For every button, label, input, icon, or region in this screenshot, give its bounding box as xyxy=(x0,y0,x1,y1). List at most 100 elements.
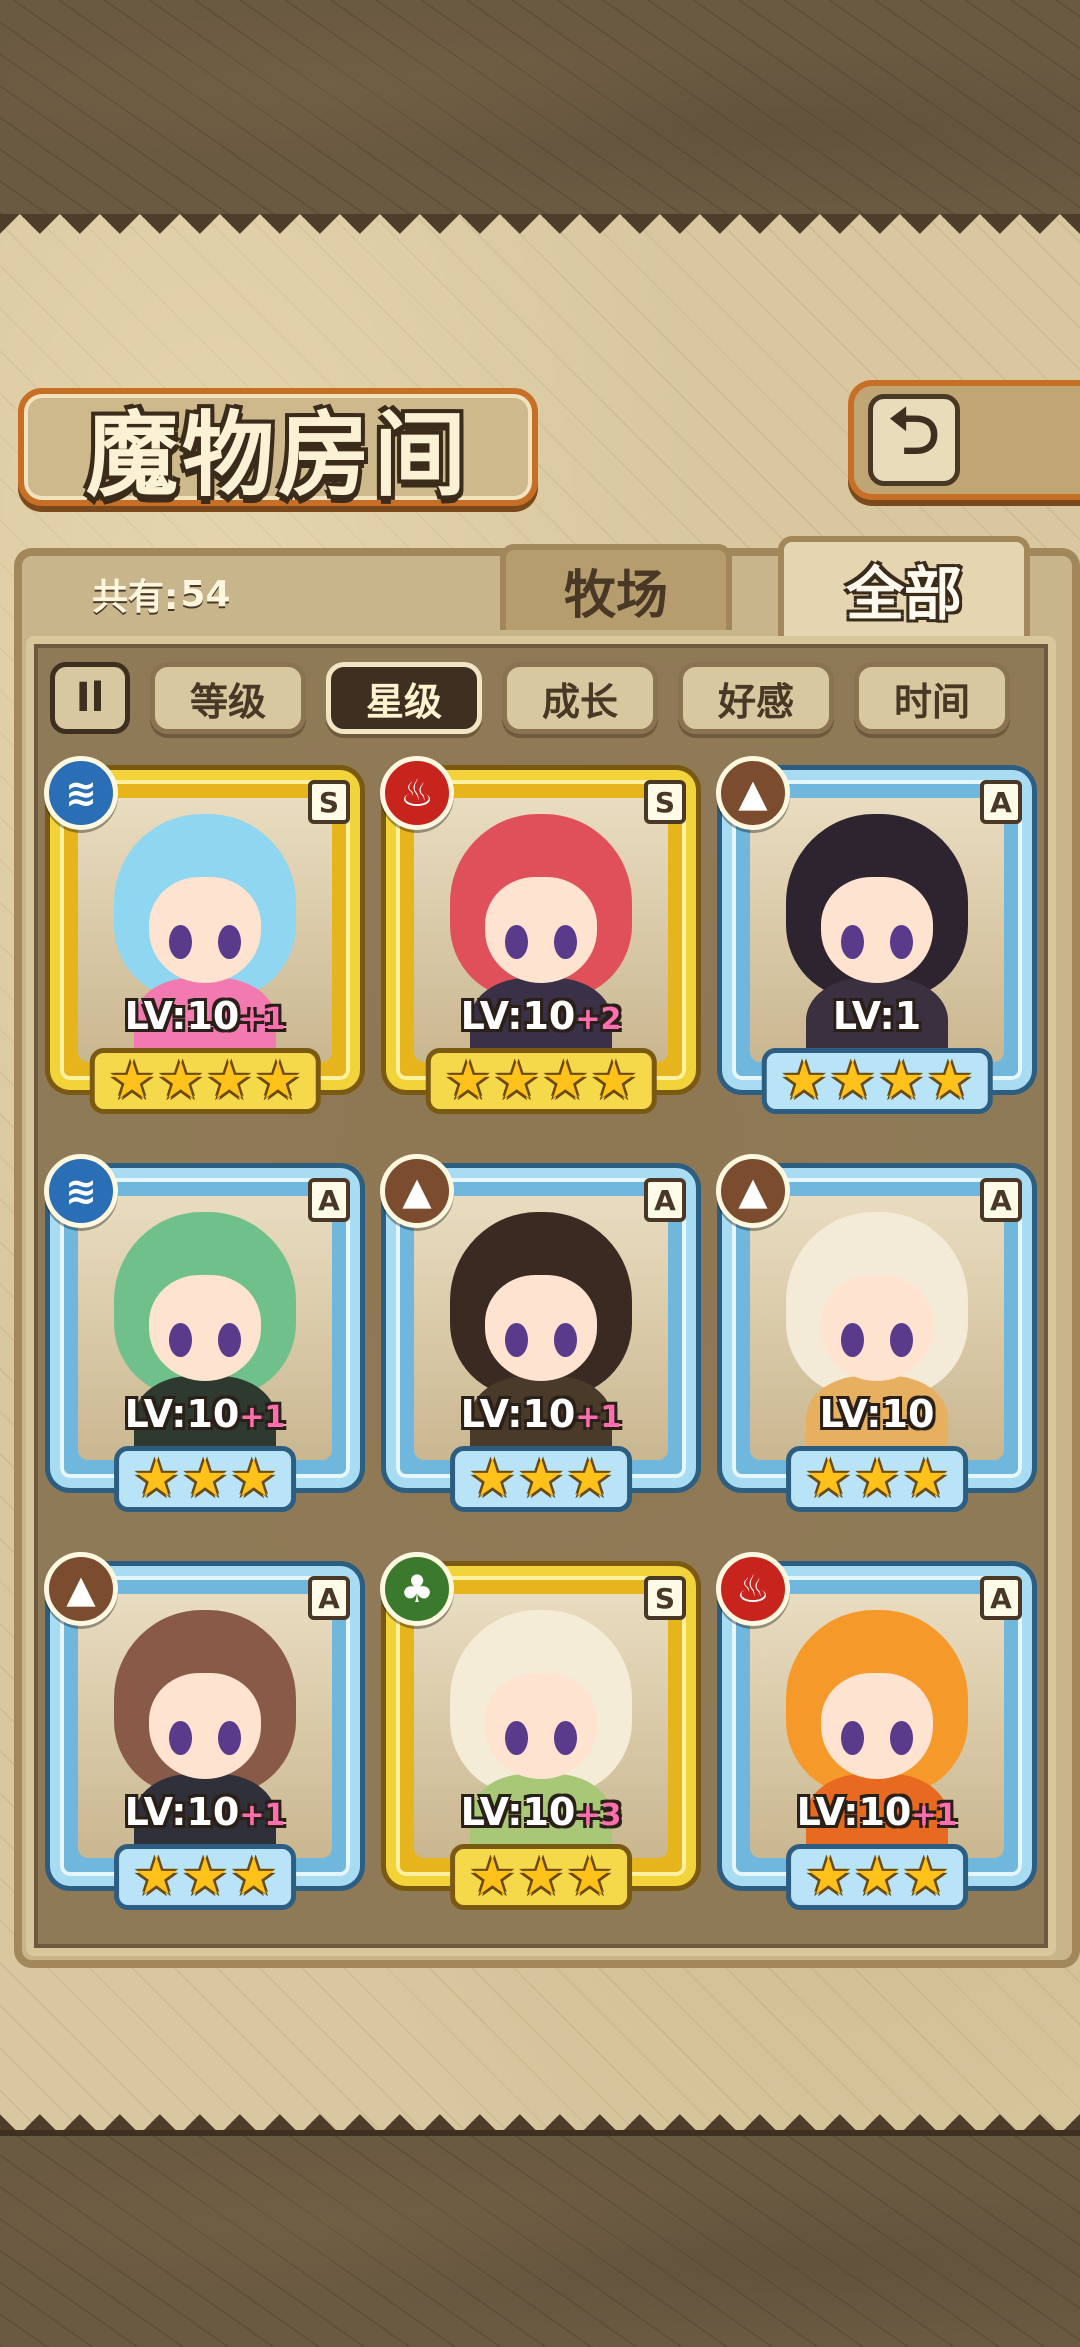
star-icon: ★ xyxy=(542,1051,589,1111)
star-icon: ★ xyxy=(829,1051,876,1111)
portrait-eye xyxy=(889,924,913,960)
portrait-eye xyxy=(217,1322,241,1358)
panel-bottom-edge xyxy=(0,2100,1080,2134)
star-rating: ★ ★ ★ xyxy=(450,1844,632,1910)
sort-time-button[interactable]: 时间 xyxy=(854,662,1010,734)
level-bonus: +2 xyxy=(575,1002,622,1037)
star-icon: ★ xyxy=(902,1449,949,1509)
portrait-eye xyxy=(889,1322,913,1358)
star-icon: ★ xyxy=(902,1847,949,1907)
level-value: 1 xyxy=(894,994,922,1038)
sort-order-toggle[interactable]: Il xyxy=(50,662,130,734)
title-plate: 魔物房间 xyxy=(18,388,538,509)
star-icon: ★ xyxy=(254,1051,302,1111)
star-icon: ★ xyxy=(206,1051,253,1111)
level-prefix: LV: xyxy=(124,1790,187,1834)
monster-card[interactable]: S ≋ LV:10+1 ★ ★ ★ ★ xyxy=(44,756,360,1116)
level-value: 10 xyxy=(186,994,240,1038)
star-icon: ★ xyxy=(878,1051,925,1111)
monster-card[interactable]: S ♨ LV:10+2 ★ ★ ★ ★ xyxy=(380,756,696,1116)
count-value: 54 xyxy=(180,573,231,615)
star-icon: ★ xyxy=(181,1449,229,1509)
portrait-face xyxy=(821,1673,933,1779)
monster-level: LV:10+2 xyxy=(386,994,696,1038)
map-background-top xyxy=(0,0,1080,220)
monster-level: LV:10+1 xyxy=(50,994,360,1038)
level-prefix: LV: xyxy=(796,1790,859,1834)
sort-star-button[interactable]: 星级 xyxy=(326,662,482,734)
monster-level: LV:1 xyxy=(722,994,1032,1038)
star-icon: ★ xyxy=(853,1847,901,1907)
star-icon: ★ xyxy=(926,1051,974,1111)
monster-card[interactable]: A ≋ LV:10+1 ★ ★ ★ xyxy=(44,1154,360,1514)
level-prefix: LV: xyxy=(819,1392,882,1436)
monster-card[interactable]: A ▲ LV:10+1 ★ ★ ★ xyxy=(380,1154,696,1514)
rank-badge: A xyxy=(980,1576,1022,1620)
star-icon: ★ xyxy=(230,1449,277,1509)
level-prefix: LV: xyxy=(460,994,523,1038)
rank-badge: S xyxy=(644,780,686,824)
rank-badge: S xyxy=(308,780,350,824)
star-rating: ★ ★ ★ xyxy=(786,1446,968,1512)
count-label: 共有: xyxy=(92,577,179,618)
portrait-face xyxy=(821,877,933,983)
star-rating: ★ ★ ★ ★ xyxy=(761,1048,993,1114)
portrait-eye xyxy=(217,1720,241,1756)
panel-top-edge xyxy=(0,214,1080,244)
rank-badge: A xyxy=(308,1178,350,1222)
monster-card[interactable]: A ▲ LV:10+1 ★ ★ ★ xyxy=(44,1552,360,1912)
tab-pasture[interactable]: 牧场 xyxy=(500,544,732,630)
portrait-eye xyxy=(217,924,241,960)
star-icon: ★ xyxy=(133,1847,180,1907)
star-icon: ★ xyxy=(133,1449,180,1509)
portrait-face xyxy=(149,1673,261,1779)
portrait-face xyxy=(149,1275,261,1381)
map-background-bottom xyxy=(0,2130,1080,2347)
star-icon: ★ xyxy=(780,1051,828,1111)
monster-level: LV:10+1 xyxy=(50,1392,360,1436)
star-icon: ★ xyxy=(469,1449,516,1509)
star-icon: ★ xyxy=(590,1051,638,1111)
monster-card[interactable]: S ♣ LV:10+3 ★ ★ ★ xyxy=(380,1552,696,1912)
level-bonus: +1 xyxy=(575,1400,622,1435)
level-bonus: +3 xyxy=(575,1798,622,1833)
monster-card[interactable]: A ▲ LV:1 ★ ★ ★ ★ xyxy=(716,756,1032,1116)
level-bonus: +1 xyxy=(239,1798,286,1833)
rank-badge: A xyxy=(644,1178,686,1222)
rank-badge: A xyxy=(308,1576,350,1620)
star-icon: ★ xyxy=(517,1847,565,1907)
back-button[interactable]: ⮌ xyxy=(848,380,1080,500)
page-title: 魔物房间 xyxy=(85,400,470,509)
star-icon: ★ xyxy=(805,1847,852,1907)
monster-card[interactable]: A ▲ LV:10 ★ ★ ★ xyxy=(716,1154,1032,1514)
monster-card[interactable]: A ♨ LV:10+1 ★ ★ ★ xyxy=(716,1552,1032,1912)
star-rating: ★ ★ ★ ★ xyxy=(89,1048,321,1114)
star-icon: ★ xyxy=(853,1449,901,1509)
portrait-eye xyxy=(553,1322,577,1358)
monster-level: LV:10+1 xyxy=(722,1790,1032,1834)
star-icon: ★ xyxy=(566,1449,613,1509)
sort-affection-button[interactable]: 好感 xyxy=(678,662,834,734)
level-value: 10 xyxy=(186,1790,240,1834)
star-icon: ★ xyxy=(230,1847,277,1907)
level-prefix: LV: xyxy=(124,1392,187,1436)
tab-all[interactable]: 全部 xyxy=(778,536,1030,636)
star-rating: ★ ★ ★ xyxy=(114,1446,296,1512)
star-icon: ★ xyxy=(805,1449,852,1509)
sort-level-button[interactable]: 等级 xyxy=(150,662,306,734)
earth-element-icon: ▲ xyxy=(716,756,790,830)
monster-level: LV:10+1 xyxy=(386,1392,696,1436)
rank-badge: S xyxy=(644,1576,686,1620)
star-icon: ★ xyxy=(517,1449,565,1509)
portrait-face xyxy=(821,1275,933,1381)
level-value: 10 xyxy=(522,994,576,1038)
sort-growth-button[interactable]: 成长 xyxy=(502,662,658,734)
fire-element-icon: ♨ xyxy=(716,1552,790,1626)
level-prefix: LV: xyxy=(832,994,895,1038)
star-icon: ★ xyxy=(566,1847,613,1907)
level-prefix: LV: xyxy=(460,1392,523,1436)
portrait-face xyxy=(149,877,261,983)
fire-element-icon: ♨ xyxy=(380,756,454,830)
level-prefix: LV: xyxy=(460,1790,523,1834)
star-icon: ★ xyxy=(469,1847,516,1907)
